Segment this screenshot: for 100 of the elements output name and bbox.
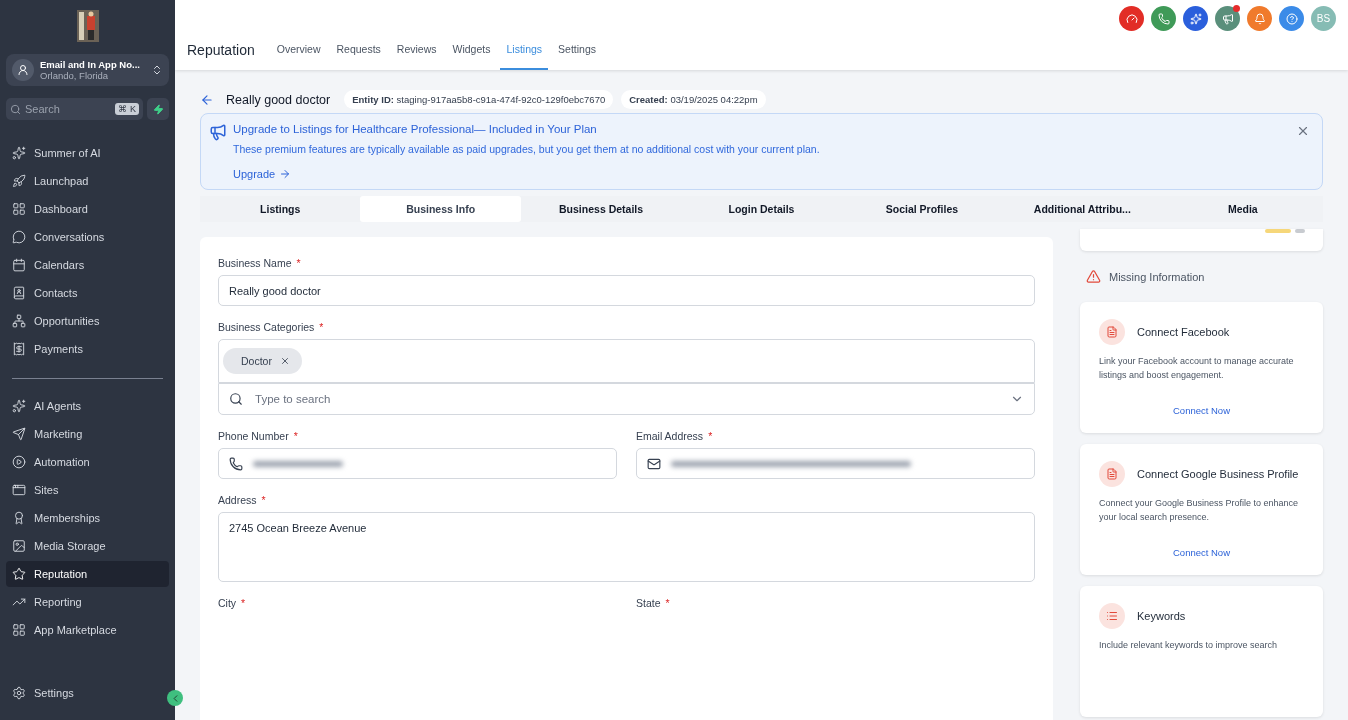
account-name: Email and In App No... (40, 59, 141, 70)
required-mark: * (665, 597, 670, 609)
menu-icon (12, 483, 26, 497)
sidebar-item[interactable]: Settings (6, 680, 169, 706)
warning-icon (1086, 269, 1101, 284)
mail-icon (647, 456, 661, 471)
connect-link[interactable]: Connect Now (1173, 405, 1230, 416)
menu-icon (12, 623, 26, 637)
shortcut-key: ⌘ K (115, 103, 139, 115)
gauge-button[interactable] (1119, 6, 1144, 31)
arrow-right-icon (279, 168, 292, 180)
address-field[interactable]: 2745 Ocean Breeze Avenue (218, 512, 1035, 582)
card-title: Keywords (1137, 610, 1186, 622)
meta-pill: Entity ID: staging-917aa5b8-c91a-474f-92c0-129f0ebc7670 (344, 90, 614, 109)
required-mark: * (261, 494, 266, 506)
bell-button[interactable] (1247, 6, 1272, 31)
megaphone-button[interactable] (1215, 6, 1240, 31)
nav-tab[interactable]: Reviews (390, 36, 443, 70)
close-button[interactable] (1296, 124, 1310, 138)
nav-tab[interactable]: Requests (330, 36, 387, 70)
gauge-icon (1125, 12, 1138, 25)
input-field[interactable]: Really good doctor (218, 275, 1035, 306)
required-mark: * (293, 430, 298, 442)
sidebar-item[interactable]: Opportunities (6, 308, 169, 334)
required-mark: * (708, 430, 713, 442)
settings-icon (12, 686, 26, 700)
input-field[interactable] (218, 448, 617, 479)
section-tab[interactable]: Media (1162, 196, 1323, 222)
sidebar-item[interactable]: AI Agents (6, 393, 169, 419)
card-text: Include relevant keywords to improve search (1099, 639, 1279, 652)
account-switcher[interactable]: Email and In App No... Orlando, Florida (6, 54, 169, 86)
menu-icon (12, 314, 26, 328)
sidebar-item[interactable]: Contacts (6, 280, 169, 306)
sidebar-item[interactable]: Media Storage (6, 533, 169, 559)
section-tab[interactable]: Login Details (681, 196, 842, 222)
menu-icon (12, 230, 26, 244)
back-icon[interactable] (200, 92, 214, 107)
user-icon (17, 64, 29, 76)
input-field[interactable] (636, 448, 1035, 479)
megaphone-icon (209, 123, 227, 141)
sidebar-item[interactable]: Dashboard (6, 196, 169, 222)
help-button[interactable] (1279, 6, 1304, 31)
menu-icon (12, 427, 26, 441)
menu-icon (12, 146, 26, 160)
nav-tab[interactable]: Settings (552, 36, 603, 70)
page-title: Reputation (187, 42, 255, 60)
sidebar-item[interactable]: Sites (6, 477, 169, 503)
bell-icon (1253, 12, 1266, 25)
section-tab[interactable]: Business Info (360, 196, 521, 222)
sidebar-item[interactable]: Conversations (6, 224, 169, 250)
search-icon (229, 392, 243, 406)
menu-icon (12, 286, 26, 300)
card-text: Connect your Google Business Profile to enhance your local search presence. (1099, 497, 1300, 524)
phone-button[interactable] (1151, 6, 1176, 31)
sidebar-item[interactable]: Automation (6, 449, 169, 475)
field-label: Address (218, 494, 257, 506)
search-field[interactable]: Search ⌘ K (6, 98, 143, 120)
required-mark: * (319, 321, 324, 333)
sidebar-item[interactable]: Summer of AI (6, 140, 169, 166)
search-field[interactable]: Type to search (218, 383, 1035, 415)
menu-icon (12, 455, 26, 469)
menu-icon (12, 342, 26, 356)
category-chip[interactable]: Doctor (223, 348, 302, 374)
quick-action-button[interactable] (147, 98, 169, 120)
banner-text: These premium features are typically available as paid upgrades, but you get them at no additional cost with your current plan. (233, 143, 820, 155)
sidebar-item[interactable]: Launchpad (6, 168, 169, 194)
remove-icon[interactable] (279, 356, 290, 366)
nav-tab[interactable]: Overview (270, 36, 327, 70)
phone-icon (229, 456, 243, 471)
account-location: Orlando, Florida (40, 70, 110, 81)
sidebar-item[interactable]: Memberships (6, 505, 169, 531)
sidebar-item[interactable]: Calendars (6, 252, 169, 278)
menu-icon (12, 174, 26, 188)
field-label: City (218, 597, 237, 609)
section-tab[interactable]: Listings (200, 196, 361, 222)
section-tab[interactable]: Business Details (520, 196, 682, 222)
sidebar-item[interactable]: Reputation (6, 561, 169, 587)
card-title: Connect Google Business Profile (1137, 468, 1299, 480)
phone-icon (1157, 12, 1170, 25)
logo-drawing (76, 10, 99, 42)
sidebar-item[interactable]: App Marketplace (6, 617, 169, 643)
connect-link[interactable]: Connect Now (1173, 547, 1230, 558)
section-tab[interactable]: Additional Attribu... (1002, 196, 1163, 222)
sparkles-icon (1189, 12, 1202, 25)
entity-name: Really good doctor (226, 92, 331, 107)
category-field[interactable]: Doctor (218, 339, 1035, 383)
nav-tab[interactable]: Widgets (446, 36, 497, 70)
nav-tab[interactable]: Listings (500, 36, 549, 70)
upgrade-link[interactable]: Upgrade (233, 168, 820, 180)
sidebar-item[interactable]: Marketing (6, 421, 169, 447)
sparkles-button[interactable] (1183, 6, 1208, 31)
sidebar-item[interactable]: Payments (6, 336, 169, 362)
section-tab[interactable]: Social Profiles (841, 196, 1003, 222)
sidebar-item[interactable]: Reporting (6, 589, 169, 615)
help-icon (1285, 12, 1298, 25)
menu-icon (12, 511, 26, 525)
megaphone-icon (1221, 12, 1234, 25)
collapse-button[interactable] (167, 690, 183, 706)
menu-icon (12, 399, 26, 413)
menu-icon (12, 539, 26, 553)
